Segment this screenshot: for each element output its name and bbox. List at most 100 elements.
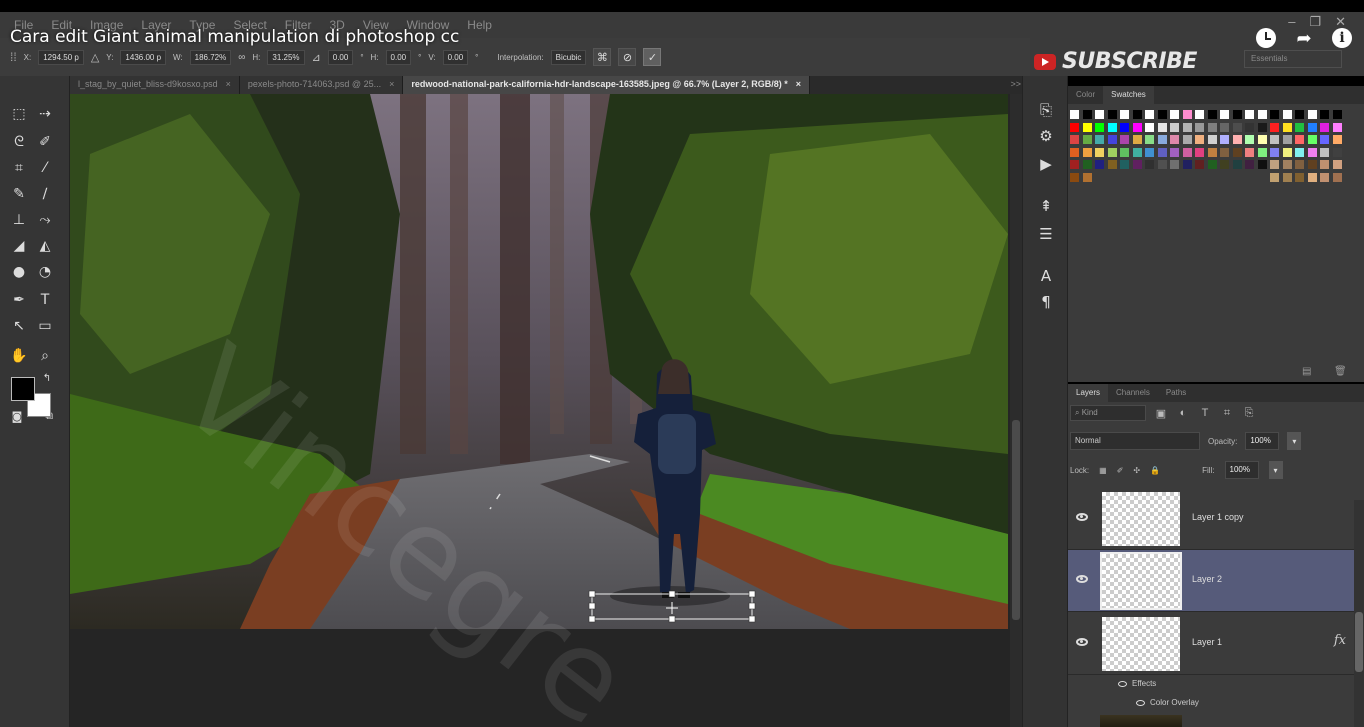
color-overlay-eye-icon[interactable] <box>1136 699 1145 706</box>
opacity-dropdown-icon[interactable]: ▾ <box>1287 432 1302 450</box>
rectangle-tool-icon[interactable]: ▭ <box>34 316 56 336</box>
swatch[interactable] <box>1095 147 1104 157</box>
layer-row-layer-2[interactable]: Layer 2 <box>1068 550 1354 612</box>
swatch[interactable] <box>1157 110 1167 119</box>
subscribe-button[interactable]: SUBSCRIBE <box>1034 49 1197 74</box>
swatch[interactable] <box>1270 147 1279 157</box>
swatch[interactable] <box>1220 160 1229 169</box>
blur-tool-icon[interactable]: ● <box>8 262 30 282</box>
swatch[interactable] <box>1145 160 1154 169</box>
canvas-scroll-thumb[interactable] <box>1012 420 1020 620</box>
swatch[interactable] <box>1107 110 1117 119</box>
crop-tool-icon[interactable]: ⌗ <box>8 158 30 178</box>
swatch[interactable] <box>1120 110 1129 119</box>
swatch[interactable] <box>1295 135 1304 144</box>
swatch[interactable] <box>1182 122 1192 132</box>
swatch[interactable] <box>1182 135 1192 144</box>
swatch[interactable] <box>1157 122 1167 132</box>
swatch[interactable] <box>1270 160 1279 169</box>
swatch[interactable] <box>1307 172 1317 182</box>
blend-mode-select[interactable]: Normal <box>1070 432 1200 450</box>
layer-kind-filter[interactable]: ⌕ Kind <box>1070 405 1146 421</box>
tab-redwood-jpeg[interactable]: redwood-national-park-california-hdr-lan… <box>403 76 811 94</box>
swatch[interactable] <box>1095 110 1104 119</box>
swatch[interactable] <box>1245 110 1254 119</box>
swatch[interactable] <box>1307 110 1317 119</box>
menu-help[interactable]: Help <box>467 18 492 32</box>
swatch[interactable] <box>1170 110 1179 119</box>
swatch[interactable] <box>1145 110 1154 119</box>
swatch[interactable] <box>1320 147 1329 157</box>
width-field[interactable]: 186.72% <box>189 49 232 65</box>
pixel-filter-icon[interactable]: ▣ <box>1154 406 1168 420</box>
fill-field[interactable]: 100% <box>1224 461 1259 479</box>
swatch[interactable] <box>1082 110 1092 119</box>
character-panel-icon[interactable]: A <box>1036 266 1056 286</box>
swatch[interactable] <box>1207 135 1217 144</box>
share-arrow-icon[interactable]: ➦ <box>1292 26 1316 50</box>
angle-field[interactable]: 0.00 <box>327 49 354 65</box>
swatch[interactable] <box>1120 122 1129 132</box>
paint-bucket-icon[interactable]: ◭ <box>34 236 56 256</box>
swatch[interactable] <box>1295 160 1304 169</box>
swatch[interactable] <box>1120 160 1129 169</box>
swatch[interactable] <box>1095 160 1104 169</box>
type-tool-icon[interactable]: T <box>34 290 56 310</box>
swatch[interactable] <box>1232 135 1242 144</box>
swatch[interactable] <box>1107 135 1117 144</box>
swatch[interactable] <box>1232 160 1242 169</box>
reference-point-icon[interactable]: ⁞⁞ <box>10 50 17 64</box>
swatch[interactable] <box>1245 147 1254 157</box>
swatch[interactable] <box>1132 135 1142 144</box>
interpolation-select[interactable]: Bicubic <box>550 49 587 65</box>
swatch[interactable] <box>1107 147 1117 157</box>
swatch[interactable] <box>1332 160 1342 169</box>
video-title[interactable]: Cara edit Giant animal manipulation di p… <box>10 27 459 47</box>
swatch[interactable] <box>1170 147 1179 157</box>
swatch[interactable] <box>1282 172 1292 182</box>
history-brush-icon[interactable]: ⤳ <box>34 210 56 230</box>
swatch[interactable] <box>1307 160 1317 169</box>
swatch[interactable] <box>1207 147 1217 157</box>
tab-close-icon[interactable]: × <box>226 79 231 89</box>
cancel-transform-icon[interactable]: ⊘ <box>618 48 637 66</box>
canvas-scrollbar[interactable] <box>1010 94 1022 727</box>
swatch[interactable] <box>1070 147 1079 157</box>
visibility-eye-icon[interactable] <box>1076 513 1088 521</box>
smart-object-filter-icon[interactable]: ⎘ <box>1242 406 1256 420</box>
swatch[interactable] <box>1295 172 1304 182</box>
swatch[interactable] <box>1332 122 1342 132</box>
tab-channels[interactable]: Channels <box>1108 384 1158 402</box>
swatch[interactable] <box>1082 122 1092 132</box>
swatch[interactable] <box>1157 160 1167 169</box>
swatch[interactable] <box>1145 147 1154 157</box>
layer-row-layer-1[interactable]: Layer 1 fx <box>1068 613 1354 675</box>
swatch[interactable] <box>1157 147 1167 157</box>
adjustment-filter-icon[interactable]: ◐ <box>1176 406 1190 420</box>
x-field[interactable]: 1294.50 p <box>38 49 84 65</box>
shape-filter-icon[interactable]: ⌗ <box>1220 406 1234 420</box>
y-field[interactable]: 1436.00 p <box>120 49 167 65</box>
paragraph-panel-icon[interactable]: ¶ <box>1036 292 1056 312</box>
adjustments-panel-icon[interactable]: ☰ <box>1036 224 1056 244</box>
lock-position-icon[interactable]: ✣ <box>1133 466 1140 475</box>
swatch[interactable] <box>1182 110 1192 119</box>
workspace-select[interactable]: Essentials <box>1244 50 1342 68</box>
swatch[interactable] <box>1282 160 1292 169</box>
swatch[interactable] <box>1295 110 1304 119</box>
swatch[interactable] <box>1320 172 1329 182</box>
swatch[interactable] <box>1232 147 1242 157</box>
eraser-tool-icon[interactable]: ◢ <box>8 236 30 256</box>
swatch[interactable] <box>1082 135 1092 144</box>
swatch[interactable] <box>1270 110 1279 119</box>
tab-layers[interactable]: Layers <box>1068 384 1109 402</box>
swatch[interactable] <box>1245 160 1254 169</box>
swatch[interactable] <box>1332 147 1342 157</box>
hand-tool-icon[interactable]: ✋ <box>8 346 30 366</box>
document-canvas[interactable] <box>70 94 1008 629</box>
swatch[interactable] <box>1220 110 1229 119</box>
layer-row-layer-1-copy[interactable]: Layer 1 copy <box>1068 488 1354 550</box>
swatch[interactable] <box>1332 172 1342 182</box>
swatch[interactable] <box>1295 147 1304 157</box>
tab-pexels-psd[interactable]: pexels-photo-714063.psd @ 25... × <box>239 76 404 94</box>
